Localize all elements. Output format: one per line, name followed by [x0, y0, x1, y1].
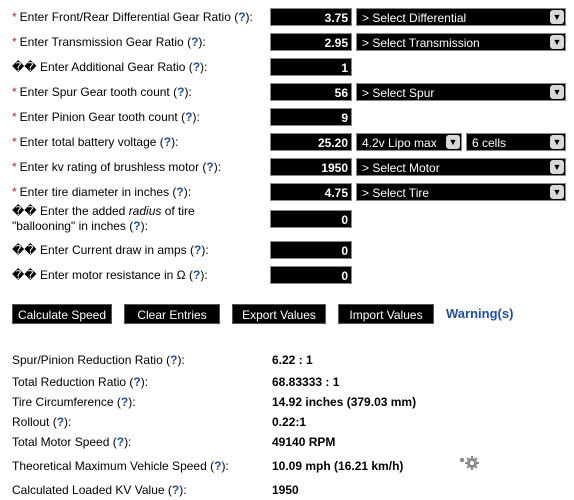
- select-transmission[interactable]: > Select Transmission ▼: [356, 33, 566, 51]
- help-link[interactable]: ?: [238, 10, 245, 24]
- help-link[interactable]: ?: [133, 219, 140, 233]
- input-row-spur: * Enter Spur Gear tooth count (?): 56 > S…: [0, 81, 574, 103]
- pinion-label: * Enter Pinion Gear tooth count (?):: [12, 110, 200, 124]
- help-link[interactable]: ?: [117, 435, 124, 449]
- required-marker: *: [12, 160, 17, 174]
- input-row-motor: * Enter kv rating of brushless motor (?):…: [0, 156, 574, 178]
- input-row-current: �� Enter Current draw in amps (?): 0: [0, 239, 574, 261]
- spur-label: * Enter Spur Gear tooth count (?):: [12, 85, 192, 99]
- required-marker: *: [12, 110, 17, 124]
- help-link[interactable]: ?: [206, 160, 213, 174]
- select-cells[interactable]: 6 cells ▼: [466, 133, 566, 151]
- result-value-total-reduction: 68.83333 : 1: [272, 375, 340, 389]
- kv-label: * Enter kv rating of brushless motor (?):: [12, 160, 222, 174]
- help-link[interactable]: ?: [176, 185, 183, 199]
- input-row-transmission: * Enter Transmission Gear Ratio (?): 2.95…: [0, 31, 574, 53]
- required-marker: *: [12, 135, 17, 149]
- result-value-rollout: 0.22:1: [272, 415, 307, 429]
- import-values-button[interactable]: Import Values: [338, 304, 434, 324]
- ballooning-input[interactable]: 0: [270, 210, 352, 228]
- result-label-total-reduction: Total Reduction Ratio (?):: [12, 375, 149, 389]
- chevron-down-icon: ▼: [550, 135, 564, 149]
- help-link[interactable]: ?: [164, 135, 171, 149]
- required-marker: *: [12, 85, 17, 99]
- select-differential[interactable]: > Select Differential ▼: [356, 8, 566, 26]
- chevron-down-icon: ▼: [446, 135, 460, 149]
- select-tire[interactable]: > Select Tire ▼: [356, 183, 566, 201]
- pinion-count-input[interactable]: 9: [270, 108, 352, 126]
- additional-ratio-input[interactable]: 1: [270, 58, 352, 76]
- current-draw-input[interactable]: 0: [270, 241, 352, 259]
- differential-ratio-input[interactable]: 3.75: [270, 8, 352, 26]
- battery-label: * Enter total battery voltage (?):: [12, 135, 179, 149]
- spur-count-input[interactable]: 56: [270, 83, 352, 101]
- gear-icon[interactable]: [458, 455, 480, 471]
- calculate-speed-button[interactable]: Calculate Speed: [12, 304, 112, 324]
- input-row-resistance: �� Enter motor resistance in Ω (?): 0: [0, 264, 574, 286]
- result-label-rollout: Rollout (?):: [12, 415, 72, 429]
- result-value-spur-pinion: 6.22 : 1: [272, 353, 313, 367]
- result-value-tire-circumference: 14.92 inches (379.03 mm): [272, 395, 417, 409]
- required-marker: *: [12, 35, 17, 49]
- required-marker: *: [12, 10, 17, 24]
- warnings-link[interactable]: Warning(s): [446, 304, 513, 324]
- help-link[interactable]: ?: [193, 60, 200, 74]
- result-label-loaded-kv: Calculated Loaded KV Value (?):: [12, 483, 187, 497]
- tire-label: * Enter tire diameter in inches (?):: [12, 185, 192, 199]
- additional-ratio-label: �� Enter Additional Gear Ratio (?):: [12, 60, 208, 74]
- chevron-down-icon: ▼: [550, 35, 564, 49]
- result-label-spur-pinion: Spur/Pinion Reduction Ratio (?):: [12, 353, 185, 367]
- input-row-additional: �� Enter Additional Gear Ratio (?): 1: [0, 56, 574, 78]
- input-row-pinion: * Enter Pinion Gear tooth count (?): 9: [0, 106, 574, 128]
- transmission-label: * Enter Transmission Gear Ratio (?):: [12, 35, 206, 49]
- battery-voltage-input[interactable]: 25.20: [270, 133, 352, 151]
- select-spur[interactable]: > Select Spur ▼: [356, 83, 566, 101]
- transmission-ratio-input[interactable]: 2.95: [270, 33, 352, 51]
- clear-entries-button[interactable]: Clear Entries: [124, 304, 220, 324]
- input-row-tire: * Enter tire diameter in inches (?): 4.75…: [0, 181, 574, 203]
- chevron-down-icon: ▼: [550, 160, 564, 174]
- kv-rating-input[interactable]: 1950: [270, 158, 352, 176]
- resistance-input[interactable]: 0: [270, 266, 352, 284]
- result-value-loaded-kv: 1950: [272, 483, 299, 497]
- select-motor[interactable]: > Select Motor ▼: [356, 158, 566, 176]
- export-values-button[interactable]: Export Values: [232, 304, 326, 324]
- resistance-label: �� Enter motor resistance in Ω (?):: [12, 268, 208, 282]
- chevron-down-icon: ▼: [550, 185, 564, 199]
- input-row-ballooning: �� Enter the added radius of tire "balloo…: [0, 204, 574, 236]
- current-label: �� Enter Current draw in amps (?):: [12, 243, 209, 257]
- result-value-max-speed: 10.09 mph (16.21 km/h): [272, 459, 404, 473]
- result-label-max-speed: Theoretical Maximum Vehicle Speed (?):: [12, 459, 229, 473]
- chevron-down-icon: ▼: [550, 10, 564, 24]
- help-link[interactable]: ?: [57, 415, 64, 429]
- input-row-differential: * Enter Front/Rear Differential Gear Rati…: [0, 6, 574, 28]
- help-link[interactable]: ?: [133, 375, 140, 389]
- tire-diameter-input[interactable]: 4.75: [270, 183, 352, 201]
- chevron-down-icon: ▼: [550, 85, 564, 99]
- differential-label: * Enter Front/Rear Differential Gear Rati…: [12, 10, 253, 24]
- required-marker: *: [12, 185, 17, 199]
- result-value-motor-speed: 49140 RPM: [272, 435, 336, 449]
- input-row-battery: * Enter total battery voltage (?): 25.20 …: [0, 131, 574, 153]
- result-label-tire-circumference: Tire Circumference (?):: [12, 395, 136, 409]
- select-lipo[interactable]: 4.2v Lipo max ▼: [356, 133, 462, 151]
- ballooning-label: �� Enter the added radius of tire "balloo…: [12, 204, 195, 233]
- result-label-motor-speed: Total Motor Speed (?):: [12, 435, 132, 449]
